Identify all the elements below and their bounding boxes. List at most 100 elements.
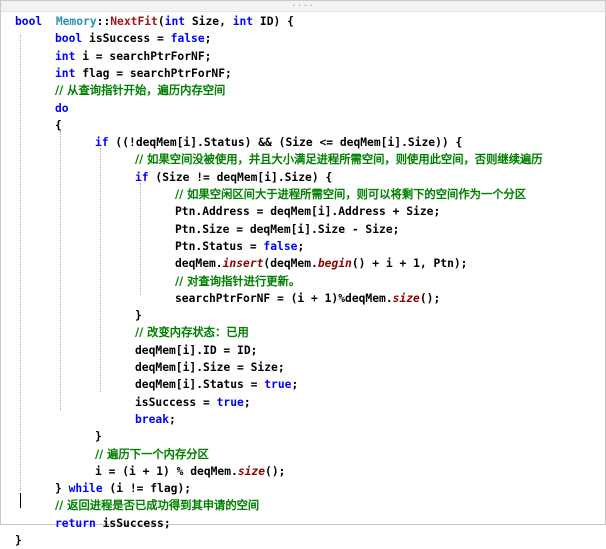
- indent-guide: [60, 131, 61, 411]
- code-token: ((!deqMem[i].Status) && (Size <= deqMem[…: [108, 136, 463, 150]
- code-keyword: do: [55, 101, 69, 115]
- code-token: i = (i + 1) % deqMem.: [95, 464, 238, 478]
- code-line[interactable]: deqMem.insert(deqMem.begin() + i + 1, Pt…: [175, 255, 467, 272]
- code-token: }: [95, 430, 102, 444]
- code-token: insert: [222, 257, 264, 271]
- code-keyword: if: [135, 170, 149, 184]
- code-line[interactable]: }: [135, 307, 142, 324]
- code-line[interactable]: do: [55, 100, 69, 117]
- code-keyword: if: [95, 136, 109, 150]
- code-keyword: int: [55, 49, 76, 63]
- code-token: begin: [317, 257, 352, 271]
- code-token: }: [55, 482, 69, 496]
- code-line[interactable]: i = (i + 1) % deqMem.size();: [95, 463, 285, 480]
- code-line[interactable]: }: [95, 428, 102, 445]
- code-line[interactable]: int i = searchPtrForNF;: [55, 48, 211, 65]
- code-comment: // 如果空闲区间大于进程所需空间，则可以将剩下的空间作为一个分区: [175, 188, 527, 201]
- code-token: deqMem[i].ID = ID;: [135, 343, 258, 357]
- code-line[interactable]: if (Size != deqMem[i].Size) {: [135, 169, 332, 186]
- code-comment: // 如果空间没被使用，并且大小满足进程所需空间，则使用此空间，否则继续遍历: [135, 153, 543, 167]
- code-comment: // 改变内存状态：已用: [135, 326, 249, 340]
- code-token: {: [55, 118, 62, 132]
- code-token: isSuccess =: [82, 32, 171, 46]
- code-line[interactable]: // 返回进程是否已成功得到其申请的空间: [55, 497, 259, 514]
- code-keyword: int: [55, 66, 76, 80]
- code-token: searchPtrForNF = (i + 1)%deqMem.: [175, 291, 393, 305]
- code-token: ;: [291, 378, 299, 392]
- code-line[interactable]: searchPtrForNF = (i + 1)%deqMem.size();: [175, 290, 440, 307]
- indent-guide: [20, 35, 21, 491]
- code-token: deqMem[i].Size = Size;: [135, 361, 285, 374]
- code-comment: // 对查询指针进行更新。: [175, 274, 301, 288]
- code-line[interactable]: int flag = searchPtrForNF;: [55, 65, 232, 82]
- code-view[interactable]: bool Memory::NextFit(int Size, int ID) {…: [1, 11, 605, 547]
- code-line[interactable]: bool isSuccess = false;: [55, 30, 211, 47]
- code-line[interactable]: deqMem[i].ID = ID;: [135, 342, 257, 359]
- code-token: deqMem[i].Status =: [135, 378, 265, 392]
- indent-guide: [100, 148, 101, 392]
- code-token: Ptn.Address = deqMem[i].Address + Size;: [175, 205, 441, 219]
- code-line[interactable]: // 如果空闲区间大于进程所需空间，则可以将剩下的空间作为一个分区: [175, 186, 526, 203]
- code-comment: // 从查询指针开始，遍历内存空间: [55, 84, 226, 98]
- code-keyword: false: [170, 32, 205, 46]
- code-line[interactable]: // 如果空间没被使用，并且大小满足进程所需空间，则使用此空间，否则继续遍历: [135, 151, 543, 168]
- code-token: ();: [265, 464, 286, 478]
- code-line[interactable]: // 遍历下一个内存分区: [95, 446, 209, 463]
- code-token: Ptn.Status =: [175, 239, 264, 253]
- code-token: ;: [169, 412, 176, 426]
- code-token: Memory: [55, 15, 97, 28]
- code-line[interactable]: isSuccess = true;: [135, 394, 251, 411]
- code-keyword: while: [68, 482, 103, 496]
- code-token: isSuccess =: [135, 395, 217, 409]
- code-line[interactable]: bool Memory::NextFit(int Size, int ID) {: [15, 13, 294, 30]
- code-line[interactable]: Ptn.Address = deqMem[i].Address + Size;: [175, 203, 440, 220]
- code-line[interactable]: return isSuccess;: [55, 515, 171, 532]
- code-token: ();: [419, 291, 441, 305]
- code-token: ;: [204, 32, 212, 46]
- code-line[interactable]: // 对查询指针进行更新。: [175, 273, 300, 290]
- code-token: ID) {: [253, 15, 294, 28]
- code-token: size: [392, 291, 420, 305]
- code-line[interactable]: // 从查询指针开始，遍历内存空间: [55, 82, 225, 99]
- code-token: i = searchPtrForNF;: [75, 49, 212, 63]
- code-token: (deqMem.: [263, 257, 318, 271]
- code-token: }: [15, 534, 22, 547]
- code-keyword: false: [263, 239, 298, 253]
- code-line[interactable]: }: [15, 532, 22, 549]
- code-token: isSuccess;: [95, 516, 171, 530]
- code-line[interactable]: // 改变内存状态：已用: [135, 324, 249, 341]
- code-token: ;: [297, 239, 305, 253]
- code-token: (i != flag);: [102, 482, 192, 496]
- code-token: ::: [96, 15, 111, 28]
- code-line[interactable]: deqMem[i].Size = Size;: [135, 359, 285, 376]
- code-token: ;: [243, 395, 251, 409]
- code-token: (Size != deqMem[i].Size) {: [148, 170, 333, 184]
- code-comment: // 遍历下一个内存分区: [95, 447, 209, 461]
- indent-guide: [140, 183, 141, 295]
- code-line[interactable]: } while (i != flag);: [55, 480, 191, 497]
- code-token: () + i + 1, Ptn);: [351, 257, 468, 271]
- code-comment: // 返回进程是否已成功得到其申请的空间: [55, 499, 260, 513]
- code-line[interactable]: {: [55, 117, 62, 134]
- code-token: size: [237, 464, 266, 478]
- code-line[interactable]: break;: [135, 411, 176, 428]
- code-keyword: int: [164, 15, 186, 28]
- code-token: deqMem.: [175, 257, 223, 271]
- code-line[interactable]: if ((!deqMem[i].Status) && (Size <= deqM…: [95, 134, 462, 151]
- text-caret: [20, 493, 21, 508]
- code-token: }: [135, 309, 142, 323]
- code-keyword: break: [135, 412, 170, 426]
- code-line[interactable]: Ptn.Size = deqMem[i].Size - Size;: [175, 221, 399, 238]
- code-token: flag = searchPtrForNF;: [75, 66, 232, 80]
- code-keyword: int: [232, 15, 254, 28]
- code-keyword: return: [55, 516, 96, 530]
- code-token: NextFit: [110, 15, 158, 28]
- code-keyword: true: [264, 378, 292, 392]
- code-token: Size,: [185, 15, 233, 28]
- code-line[interactable]: Ptn.Status = false;: [175, 238, 304, 255]
- code-token: Ptn.Size = deqMem[i].Size - Size;: [175, 222, 400, 236]
- code-keyword: bool: [55, 32, 83, 46]
- code-editor-window: ···· bool Memory::NextFit(int Size, int …: [0, 0, 606, 547]
- code-line[interactable]: deqMem[i].Status = true;: [135, 376, 298, 393]
